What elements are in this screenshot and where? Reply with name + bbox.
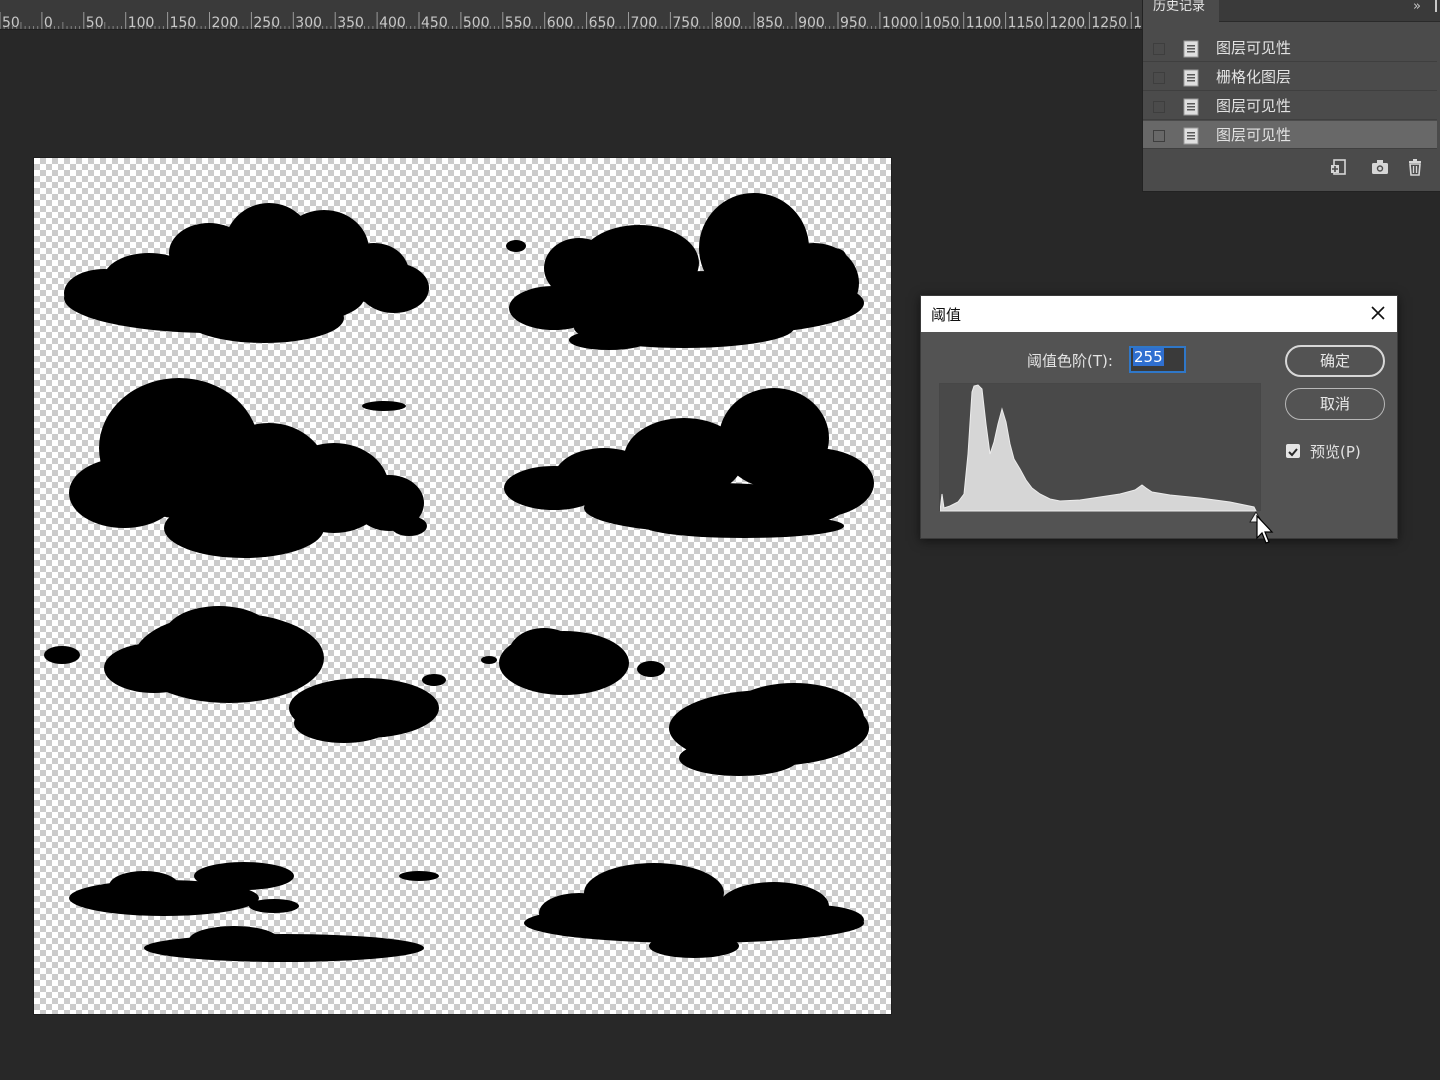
document-state-icon [1183,69,1199,87]
ruler-tick-label: 100 [128,15,155,30]
ruler-tick-label: 650 [589,15,616,30]
collapse-panel-icon[interactable]: » [1413,0,1421,14]
threshold-dialog: 阈值 阈值色阶(T): 255 确定 取消 预览(P) [920,295,1398,539]
history-panel-header: 历史记录 » [1143,0,1440,22]
document-state-icon [1183,40,1199,58]
history-item-label: 图层可见性 [1216,39,1292,57]
ruler-tick-label: 0 [44,15,53,30]
ruler-tick-label: 600 [547,15,574,30]
ruler-tick-label: 750 [672,15,699,30]
history-item-label: 栅格化图层 [1216,68,1292,86]
horizontal-ruler: 50 0 50 100 150 200 250 300 350 400 450 500 550 600 65… [0,0,1142,30]
ok-button[interactable]: 确定 [1285,345,1385,377]
cloud-shape [69,378,427,558]
preview-checkbox[interactable] [1286,444,1300,458]
ruler-tick-label: 200 [212,15,239,30]
cloud-shape [69,862,439,962]
ruler-tick-label: 900 [798,15,825,30]
history-panel-footer [1143,150,1437,184]
ruler-tick-label: 450 [421,15,448,30]
ruler-tick-label: 700 [631,15,658,30]
document-state-icon [1183,98,1199,116]
cloud-shape [481,628,869,776]
close-icon[interactable] [1367,302,1389,324]
history-item[interactable]: 栅格化图层 [1143,63,1437,91]
ruler-tick-label: 300 [295,15,322,30]
ruler-tick-label: 1200 [1050,15,1086,30]
ruler-tick-label: 150 [170,15,197,30]
document-state-icon [1183,127,1199,145]
ruler-tick-label: 1100 [966,15,1002,30]
check-icon [1288,448,1298,457]
cancel-button[interactable]: 取消 [1285,388,1385,420]
ruler-tick-label: 50 [2,15,20,30]
ruler-tick-label: 250 [253,15,280,30]
snapshot-source-checkbox[interactable] [1153,130,1165,142]
ruler-tick-label: 350 [337,15,364,30]
ruler-tick-label: 1050 [924,15,960,30]
cloud-shape [506,193,864,350]
cloud-shape [504,388,874,538]
snapshot-source-checkbox[interactable] [1153,72,1165,84]
ruler-tick-label: 950 [840,15,867,30]
history-item-label: 图层可见性 [1216,126,1292,144]
history-item-label: 图层可见性 [1216,97,1292,115]
panel-menu-icon[interactable] [1435,0,1437,12]
new-document-from-state-icon[interactable] [1329,157,1349,177]
snapshot-source-checkbox[interactable] [1153,101,1165,113]
ruler-tick-label: 1000 [882,15,918,30]
ruler-tick-label: 1150 [1008,15,1044,30]
history-item[interactable]: 图层可见性 [1143,92,1437,120]
history-item-selected[interactable]: 图层可见性 [1143,121,1437,149]
ruler-tick-label: 400 [379,15,406,30]
dialog-titlebar[interactable]: 阈值 [921,296,1397,332]
ruler-tick-label: 130 [1133,15,1142,30]
history-item[interactable]: 图层可见性 [1143,34,1437,62]
camera-snapshot-icon[interactable] [1370,157,1390,177]
ruler-tick-label: 550 [505,15,532,30]
cloud-shape [64,203,429,343]
trash-icon[interactable] [1405,157,1425,177]
dialog-title: 阈值 [931,306,962,324]
histogram-curve [940,384,1257,512]
cloud-shape [524,863,864,958]
ruler-tick-label: 50 [86,15,104,30]
document-canvas[interactable] [34,158,891,1014]
snapshot-source-checkbox[interactable] [1153,43,1165,55]
histogram[interactable] [939,383,1261,512]
preview-label: 预览(P) [1310,443,1361,461]
ruler-tick-label: 800 [714,15,741,30]
mouse-pointer-icon [1256,515,1274,544]
ruler-tick-label: 500 [463,15,490,30]
threshold-level-input[interactable]: 255 [1129,346,1186,373]
threshold-level-label: 阈值色阶(T): [1027,352,1113,370]
threshold-level-value: 255 [1133,348,1164,366]
history-panel: 历史记录 » 图层可见性 栅格化图层 图层可见性 图层可见性 [1142,0,1440,192]
ruler-tick-label: 850 [756,15,783,30]
cloud-shape [44,606,446,743]
tab-history[interactable]: 历史记录 [1143,0,1219,22]
ruler-tick-label: 1250 [1091,15,1127,30]
